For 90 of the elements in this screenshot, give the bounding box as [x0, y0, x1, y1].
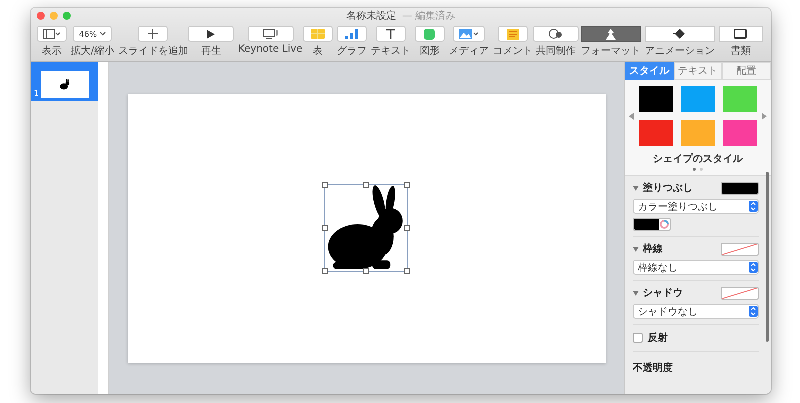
section-title: 塗りつぶし [643, 182, 693, 195]
left-arrow-icon[interactable] [629, 112, 634, 120]
toolbar-label: メディア [448, 45, 489, 58]
selection-handle[interactable] [404, 182, 410, 188]
toolbar-label: 書類 [730, 44, 751, 58]
toolbar-label: フォーマット [580, 45, 641, 58]
selection-handle[interactable] [322, 268, 328, 274]
collaborate-button[interactable] [532, 26, 579, 42]
comment-button[interactable] [498, 26, 528, 42]
no-color-swatch-icon[interactable] [721, 242, 759, 256]
style-swatch[interactable] [681, 86, 715, 112]
style-swatch[interactable] [681, 120, 715, 146]
toolbar-label: スライドを追加 [118, 44, 188, 58]
text-icon [386, 29, 396, 39]
color-well[interactable] [633, 218, 671, 231]
animate-tab[interactable] [644, 26, 715, 42]
stepper-icon [749, 201, 758, 212]
document-tab[interactable] [718, 26, 763, 42]
view-button[interactable] [37, 26, 67, 42]
toolbar-label: コメント [492, 45, 533, 58]
disclosure-triangle-icon[interactable] [633, 246, 639, 252]
page-dot[interactable] [693, 168, 696, 171]
disclosure-triangle-icon[interactable] [633, 290, 639, 296]
format-tab[interactable] [580, 26, 641, 42]
style-swatch[interactable] [639, 120, 673, 146]
bar-chart-icon [345, 29, 358, 39]
section-title: 枠線 [643, 242, 663, 256]
reflection-checkbox[interactable] [633, 333, 643, 343]
color-wheel-icon [660, 220, 669, 229]
inspector-tab[interactable]: 配置 [722, 62, 771, 80]
style-swatch[interactable] [639, 86, 673, 112]
plus-icon [148, 29, 158, 39]
no-color-swatch-icon[interactable] [721, 286, 759, 300]
page-dot[interactable] [700, 168, 703, 171]
zoom-button[interactable]: 46% [73, 26, 112, 42]
close-button[interactable] [37, 12, 45, 20]
disclosure-triangle-icon[interactable] [633, 186, 639, 190]
checkbox-label: 反射 [648, 332, 668, 345]
monitor-icon [262, 29, 279, 39]
section-title: 不透明度 [633, 363, 673, 374]
selection-handle[interactable] [404, 225, 410, 231]
section-title: シャドウ [643, 287, 683, 300]
text-button[interactable] [376, 26, 406, 42]
live-button[interactable] [248, 26, 294, 42]
diamond-icon [672, 29, 687, 39]
window-title: 名称未設定 [346, 10, 396, 23]
media-button[interactable] [452, 26, 485, 42]
selection-handle[interactable] [322, 182, 328, 188]
stepper-icon [749, 262, 758, 273]
toolbar-label: 表 [312, 44, 323, 58]
sidebar-icon [43, 29, 61, 39]
style-caption: シェイプのスタイル [625, 146, 771, 166]
selection-handle[interactable] [362, 268, 368, 274]
slide-thumbnail-row[interactable]: 1 [31, 62, 98, 101]
toolbar-label: テキスト [370, 45, 411, 58]
toolbar-label: 共同制作 [536, 44, 576, 58]
fill-color-preview[interactable] [721, 182, 759, 194]
document-icon [734, 29, 748, 39]
shape-icon [424, 28, 436, 40]
toolbar-label: アニメーション [644, 45, 715, 58]
comment-icon [506, 28, 519, 40]
toolbar-label: 再生 [201, 44, 222, 58]
stepper-icon [749, 306, 758, 317]
toolbar-label: グラフ [336, 45, 367, 58]
chart-button[interactable] [336, 26, 367, 42]
slide-number: 1 [34, 89, 40, 98]
edited-status: — 編集済み [402, 10, 456, 23]
fill-popup[interactable]: カラー塗りつぶし [633, 199, 759, 214]
shadow-popup[interactable]: シャドウなし [633, 304, 759, 319]
rabbit-icon [59, 79, 72, 90]
toolbar-label: Keynote Live [238, 44, 303, 55]
right-arrow-icon[interactable] [762, 112, 767, 120]
style-swatch[interactable] [723, 86, 757, 112]
play-icon [207, 30, 216, 38]
selection-handle[interactable] [404, 268, 410, 274]
chevron-down-icon [100, 32, 106, 36]
add-button[interactable] [138, 26, 168, 42]
toolbar-label: 拡大/縮小 [71, 44, 114, 58]
inspector-tab[interactable]: テキスト [674, 62, 722, 80]
table-icon [310, 29, 325, 39]
picture-icon [458, 29, 479, 39]
toolbar-label: 表示 [42, 44, 62, 58]
selection-handle[interactable] [322, 225, 328, 231]
style-swatch[interactable] [723, 120, 757, 146]
selection-handle[interactable] [362, 182, 368, 188]
border-popup[interactable]: 枠線なし [633, 260, 759, 275]
toolbar-label: 図形 [420, 45, 440, 58]
slide-thumbnail[interactable] [41, 71, 90, 98]
play-button[interactable] [188, 26, 234, 42]
shape-button[interactable] [414, 26, 445, 42]
